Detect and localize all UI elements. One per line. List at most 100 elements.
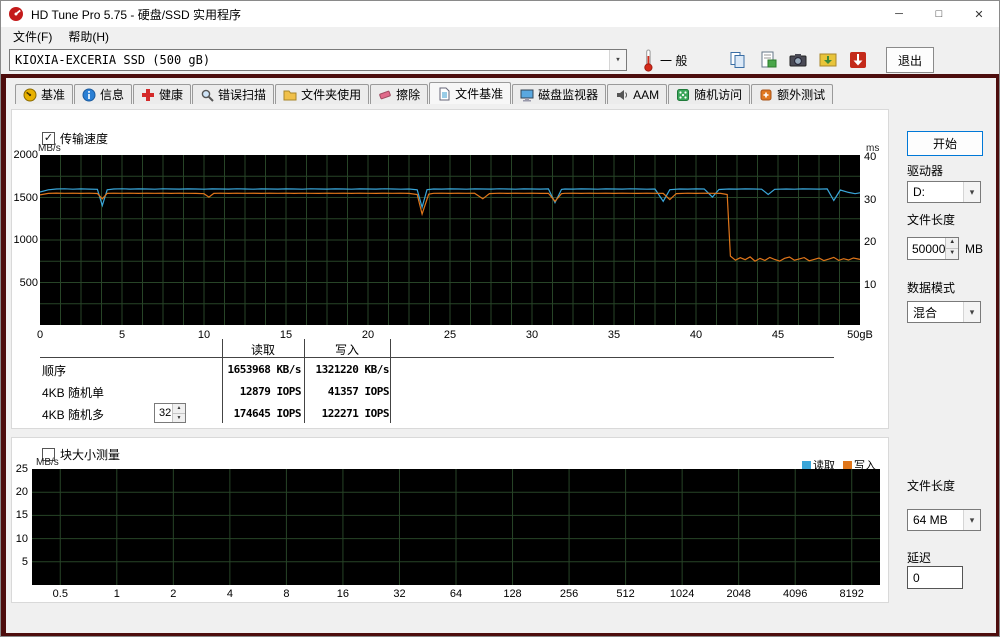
tab-label: 擦除 (396, 86, 420, 103)
stepper-arrows[interactable]: ▲▼ (172, 404, 185, 422)
file-length-value: 50000 (908, 238, 945, 259)
tab-label: 磁盘监视器 (538, 86, 598, 103)
y-tick-label: 5 (4, 556, 28, 568)
tab-error-scan[interactable]: 错误扫描 (192, 84, 274, 104)
x-tick-label: 256 (560, 588, 578, 600)
x-tick-label: 30 (526, 329, 538, 341)
x-tick-label: 8 (283, 588, 289, 600)
menu-bar: 文件(F) 帮助(H) (1, 27, 999, 46)
app-icon (8, 6, 24, 22)
device-select[interactable]: KIOXIA-EXCERIA SSD (500 gB) ▾ (9, 49, 627, 71)
table-divider (304, 339, 305, 423)
tab-file-benchmark[interactable]: 文件基准 (429, 82, 511, 104)
tab-label: 文件夹使用 (301, 86, 361, 103)
maximize-button[interactable]: □ (919, 1, 959, 27)
tab-folder-usage[interactable]: 文件夹使用 (275, 84, 369, 104)
transfer-speed-label: 传输速度 (60, 130, 108, 147)
step-up-icon[interactable]: ▲ (173, 404, 185, 414)
x-tick-label: 0 (37, 329, 43, 341)
result-write-value: 1321220 KB/s (307, 363, 389, 376)
title-bar: HD Tune Pro 5.75 - 硬盘/SSD 实用程序 ─ □ ✕ (1, 1, 999, 27)
window-frame-right (996, 74, 999, 637)
block-size-panel: ✓ 块大小测量 读取 写入 MB/s 0.5124816326412825651… (11, 437, 889, 603)
result-read-value: 12879 IOPS (223, 385, 301, 398)
queue-depth-stepper[interactable]: 32▲▼ (154, 403, 186, 423)
tab-health[interactable]: 健康 (133, 84, 191, 104)
random-icon (676, 88, 690, 102)
result-row-label: 4KB 随机多 (42, 406, 104, 423)
monitor-icon (520, 88, 534, 102)
copy-icon[interactable] (726, 48, 750, 72)
tab-aam[interactable]: AAM (607, 84, 667, 104)
latency-input[interactable]: 0 (907, 566, 963, 589)
table-divider (390, 339, 391, 423)
result-row-label: 4KB 随机单 (42, 384, 104, 401)
step-down-icon[interactable]: ▼ (946, 249, 958, 259)
drive-label: 驱动器 (907, 162, 943, 179)
file-length-label: 文件长度 (907, 211, 955, 228)
x-tick-label: 5 (119, 329, 125, 341)
x-tick-label: 50gB (847, 329, 873, 341)
tab-benchmark[interactable]: 基准 (15, 84, 73, 104)
stepper-arrows[interactable]: ▲▼ (945, 238, 958, 259)
tab-extra-tests[interactable]: 额外测试 (751, 84, 833, 104)
file-length-stepper[interactable]: 50000 ▲▼ (907, 237, 959, 260)
window-title: HD Tune Pro 5.75 - 硬盘/SSD 实用程序 (31, 6, 241, 23)
x-tick-label: 45 (772, 329, 784, 341)
tab-disk-monitor[interactable]: 磁盘监视器 (512, 84, 606, 104)
y-tick-label: 500 (12, 277, 38, 289)
minimize-button[interactable]: ─ (879, 1, 919, 27)
transfer-speed-panel: ✓ 传输速度 MB/s ms 读取 写入 顺序1653968 KB/s13212… (11, 109, 889, 429)
report-icon[interactable] (756, 48, 780, 72)
block-file-length-select[interactable]: 64 MB ▾ (907, 509, 981, 531)
x-tick-label: 32 (393, 588, 405, 600)
y-tick-label: 20 (864, 236, 876, 248)
toolbar-icons (726, 48, 870, 72)
tab-label: 信息 (100, 86, 124, 103)
start-button[interactable]: 开始 (907, 131, 983, 156)
x-tick-label: 0.5 (53, 588, 68, 600)
save-icon[interactable] (816, 48, 840, 72)
step-up-icon[interactable]: ▲ (946, 238, 958, 249)
x-tick-label: 1024 (670, 588, 694, 600)
y-tick-label: 20 (4, 486, 28, 498)
thermometer-icon (643, 49, 654, 72)
camera-icon[interactable] (786, 48, 810, 72)
block-file-length-label: 文件长度 (907, 477, 955, 494)
window-frame-top (1, 74, 999, 78)
result-write-value: 122271 IOPS (307, 407, 389, 420)
tab-info[interactable]: 信息 (74, 84, 132, 104)
menu-help[interactable]: 帮助(H) (60, 26, 117, 47)
exit-button[interactable]: 退出 (886, 47, 934, 73)
tab-erase[interactable]: 擦除 (370, 84, 428, 104)
y-tick-label: 25 (4, 463, 28, 475)
close-button[interactable]: ✕ (959, 1, 999, 27)
step-down-icon[interactable]: ▼ (173, 414, 185, 423)
extra-icon (759, 88, 773, 102)
data-mode-select[interactable]: 混合 ▾ (907, 301, 981, 323)
drive-select[interactable]: D: ▾ (907, 181, 981, 203)
erase-icon (378, 88, 392, 102)
info-icon (82, 88, 96, 102)
device-select-value: KIOXIA-EXCERIA SSD (500 gB) (10, 53, 609, 67)
download-icon[interactable] (846, 48, 870, 72)
tab-random-access[interactable]: 随机访问 (668, 84, 750, 104)
temperature-value: 一 般 (660, 52, 700, 69)
tab-bar: 基准 信息 健康 错误扫描 文件夹使用 擦除文件基准 磁盘监视器 AAM随机访问 额外测试 (15, 83, 834, 104)
x-tick-label: 64 (450, 588, 462, 600)
x-tick-label: 2 (170, 588, 176, 600)
tab-label: 额外测试 (777, 86, 825, 103)
x-tick-label: 4096 (783, 588, 807, 600)
chevron-down-icon: ▾ (609, 50, 626, 70)
y-axis-unit: MB/s (36, 457, 59, 468)
y-tick-label: 40 (864, 151, 876, 163)
chevron-down-icon: ▾ (963, 182, 980, 202)
y-tick-label: 1000 (12, 234, 38, 246)
x-tick-label: 512 (616, 588, 634, 600)
tab-label: 健康 (159, 86, 183, 103)
x-tick-label: 2048 (726, 588, 750, 600)
menu-file[interactable]: 文件(F) (5, 26, 60, 47)
tab-label: 错误扫描 (218, 86, 266, 103)
x-tick-label: 15 (280, 329, 292, 341)
x-tick-label: 128 (503, 588, 521, 600)
